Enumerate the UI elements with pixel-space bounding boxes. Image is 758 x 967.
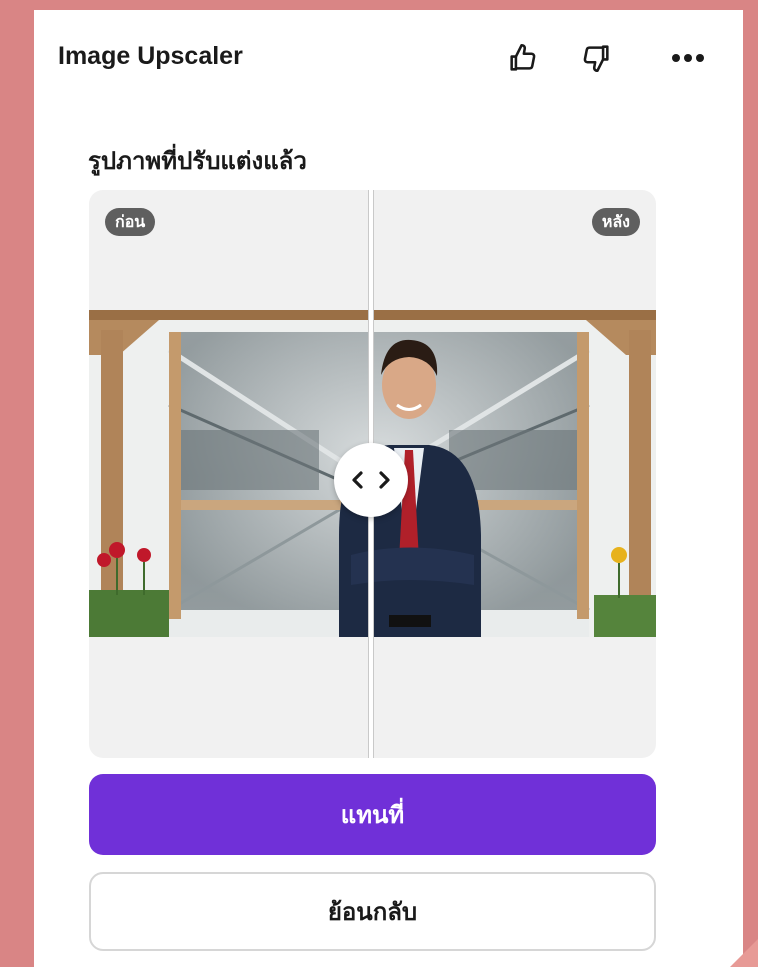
comparison-slider-handle[interactable]: [334, 443, 408, 517]
before-label: ก่อน: [105, 208, 156, 236]
before-after-comparison: ก่อน หลัง: [89, 190, 656, 758]
section-title: รูปภาพที่ปรับแต่งแล้ว: [88, 147, 307, 175]
thumbs-down-button[interactable]: [574, 36, 618, 80]
after-label: หลัง: [591, 208, 640, 236]
thumbs-up-button[interactable]: [501, 36, 545, 80]
app-title: Image Upscaler: [58, 42, 243, 70]
image-upscaler-panel: Image Upscaler รูปภาพที่ปรับแต่งแล้ว ก่อ…: [34, 10, 743, 967]
more-options-button[interactable]: [666, 36, 710, 80]
replace-button[interactable]: แทนที่: [89, 774, 656, 855]
chevron-left-right-icon: [352, 471, 390, 489]
more-icon: [672, 54, 704, 62]
corner-decoration: [730, 939, 758, 967]
back-button[interactable]: ย้อนกลับ: [89, 872, 656, 951]
panel-header: Image Upscaler: [34, 10, 743, 105]
thumbs-up-icon: [510, 43, 536, 71]
thumbs-down-icon: [583, 45, 609, 73]
